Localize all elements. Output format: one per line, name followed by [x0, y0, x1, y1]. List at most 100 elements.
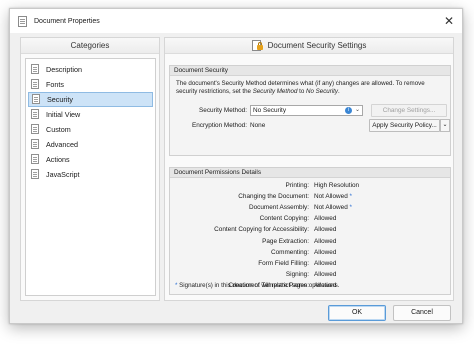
permission-name: Form Field Filling:: [258, 259, 309, 267]
desc-line-2: security restrictions, set the: [176, 88, 253, 96]
permission-value: Not Allowed *: [314, 193, 352, 200]
javascript-icon: [30, 169, 40, 180]
document-security-section: Document Security The document's Securit…: [169, 65, 451, 156]
title-bar: Document Properties ✕: [10, 9, 462, 33]
permission-row: Commenting: Allowed: [170, 249, 450, 259]
description-icon: [30, 64, 40, 75]
security-settings-panel: Document Security Settings Document Secu…: [164, 37, 454, 301]
security-description: The document's Security Method determine…: [176, 80, 446, 96]
category-label: Custom: [46, 125, 71, 134]
permission-value: Not Allowed *: [314, 204, 352, 211]
permission-value: Allowed: [314, 238, 336, 245]
categories-list: Description Fonts Security Initial View Cust…: [25, 58, 156, 296]
desc-line-1: The document's Security Method determine…: [176, 80, 425, 87]
permission-value: Allowed: [314, 226, 336, 233]
categories-panel: Categories Description Fonts Security Initi…: [20, 37, 160, 301]
panel-header: Document Security Settings: [165, 38, 453, 54]
permission-row: Changing the Document: Not Allowed *: [170, 193, 450, 203]
apply-policy-dropdown-icon[interactable]: ⌄: [440, 119, 450, 132]
window-title: Document Properties: [34, 17, 100, 25]
categories-header: Categories: [21, 38, 159, 54]
document-icon: [18, 15, 28, 27]
category-item-custom[interactable]: Custom: [28, 122, 153, 137]
permission-row: Content Copying for Accessibility: Allowe…: [170, 226, 450, 236]
category-label: Initial View: [46, 110, 81, 119]
category-label: Advanced: [46, 140, 78, 149]
permission-name: Content Copying:: [259, 215, 309, 223]
category-item-javascript[interactable]: JavaScript: [28, 167, 153, 182]
permission-star: *: [349, 193, 353, 201]
permission-row: Document Assembly: Not Allowed *: [170, 204, 450, 214]
desc-no-security: No Security: [306, 88, 338, 96]
permission-name: Signing:: [285, 270, 309, 278]
permission-value-text: Allowed: [314, 259, 337, 267]
permission-row: Form Field Filling: Allowed: [170, 260, 450, 270]
category-item-actions[interactable]: Actions: [28, 152, 153, 167]
panel-title: Document Security Settings: [267, 41, 367, 50]
permission-value: Allowed: [314, 215, 336, 222]
encryption-method-label: Encryption Method:: [191, 122, 247, 129]
category-item-fonts[interactable]: Fonts: [28, 77, 153, 92]
fonts-icon: [30, 79, 40, 90]
cancel-button[interactable]: Cancel: [393, 305, 451, 321]
desc-to: to: [297, 88, 307, 96]
permission-value: Allowed: [314, 271, 336, 278]
permission-value-text: Allowed: [314, 248, 337, 256]
permission-name: Content Copying for Accessibility:: [214, 226, 309, 234]
category-label: Fonts: [46, 80, 64, 89]
category-item-advanced[interactable]: Advanced: [28, 137, 153, 152]
dialog-buttons: OK Cancel: [10, 305, 462, 323]
permission-name: Changing the Document:: [238, 193, 309, 201]
permission-name: Printing:: [285, 182, 309, 189]
desc-security-method: Security Method: [252, 88, 298, 96]
permission-name: Commenting:: [270, 248, 309, 256]
signature-note: * Signature(s) in this document will res…: [175, 282, 339, 289]
security-icon: [31, 94, 41, 105]
category-item-description[interactable]: Description: [28, 62, 153, 77]
permission-name: Page Extraction:: [262, 237, 309, 245]
permission-star: *: [349, 204, 353, 212]
document-properties-dialog: Document Properties ✕ Categories Descrip…: [9, 8, 463, 324]
advanced-icon: [30, 139, 40, 150]
chevron-down-icon[interactable]: ⌄: [355, 106, 360, 115]
category-item-security[interactable]: Security: [28, 92, 153, 107]
permission-value: Allowed: [314, 260, 336, 267]
category-label: Description: [46, 65, 82, 74]
security-method-label: Security Method:: [199, 107, 247, 114]
document-permissions-section: Document Permissions Details Printing: Hi…: [169, 167, 451, 295]
permission-value-text: Allowed: [314, 270, 337, 278]
close-icon[interactable]: ✕: [440, 12, 458, 30]
permission-row: Page Extraction: Allowed: [170, 238, 450, 248]
desc-period: .: [338, 88, 340, 96]
security-method-select[interactable]: No Security i ⌄: [250, 105, 363, 116]
permission-value-text: Allowed: [314, 237, 337, 245]
permission-row: Signing: Allowed: [170, 271, 450, 281]
apply-security-policy-button[interactable]: Apply Security Policy...: [369, 119, 440, 132]
section-title: Document Permissions Details: [170, 168, 450, 178]
note-text: Signature(s) in this document will restr…: [177, 282, 340, 289]
info-icon[interactable]: i: [345, 107, 352, 114]
permission-value-text: Allowed: [314, 215, 337, 223]
lock-document-icon: [251, 39, 263, 52]
category-label: Actions: [46, 155, 70, 164]
category-item-initial-view[interactable]: Initial View: [28, 107, 153, 122]
security-method-value: No Security: [253, 107, 287, 114]
category-label: JavaScript: [46, 170, 80, 179]
permission-name: Document Assembly:: [248, 204, 309, 212]
ok-button[interactable]: OK: [328, 305, 386, 321]
encryption-method-value: None: [250, 122, 266, 129]
permission-row: Printing: High Resolution: [170, 182, 450, 192]
initial-view-icon: [30, 109, 40, 120]
permission-value: High Resolution: [314, 182, 359, 189]
permission-value-text: High Resolution: [314, 182, 360, 189]
custom-icon: [30, 124, 40, 135]
permission-value-text: Allowed: [314, 226, 337, 234]
actions-icon: [30, 154, 40, 165]
permission-value: Allowed: [314, 249, 336, 256]
permission-row: Content Copying: Allowed: [170, 215, 450, 225]
permission-value-text: Not Allowed: [314, 204, 348, 212]
change-settings-button[interactable]: Change Settings...: [371, 104, 447, 117]
category-label: Security: [47, 95, 73, 104]
section-title: Document Security: [170, 66, 450, 76]
permission-value-text: Not Allowed: [314, 193, 348, 201]
